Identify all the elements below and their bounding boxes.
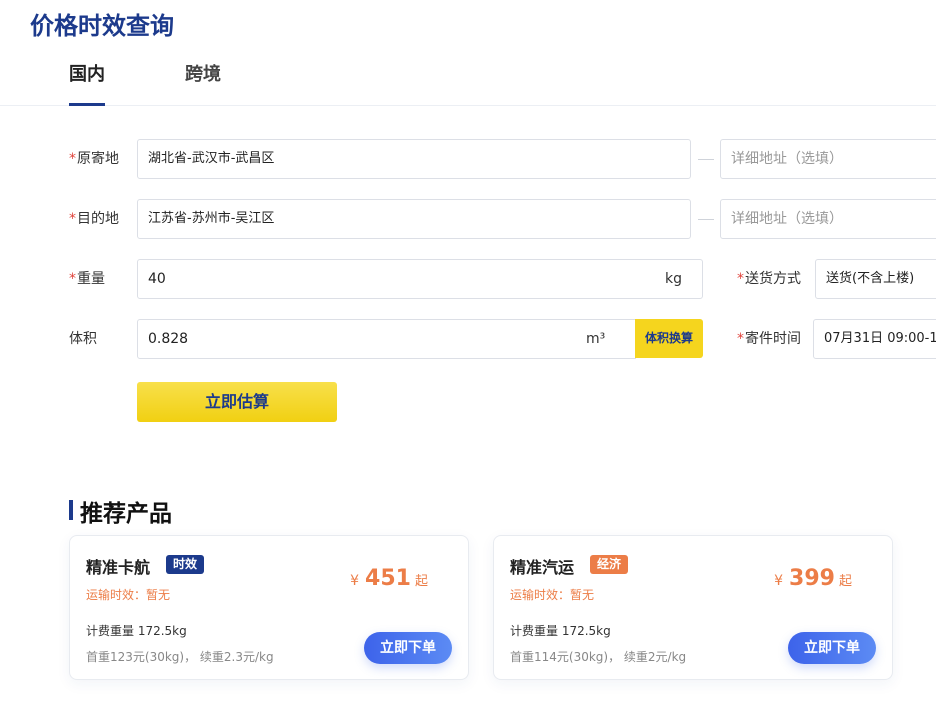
required-mark: *: [69, 211, 76, 227]
charge-weight: 计费重量 172.5kg: [86, 624, 187, 638]
weight-value: 40: [148, 271, 166, 287]
rate-info: 首重123元(30kg)， 续重2.3元/kg: [86, 650, 274, 664]
origin-label: *原寄地: [69, 139, 119, 179]
required-mark: *: [69, 151, 76, 167]
origin-label-text: 原寄地: [77, 151, 119, 167]
product-eta: 运输时效：暂无: [86, 588, 171, 602]
delivery-method-label-text: 送货方式: [745, 271, 801, 287]
delivery-method-label: *送货方式: [737, 259, 801, 299]
volume-input[interactable]: 0.828 m³: [137, 319, 636, 359]
required-mark: *: [737, 331, 744, 347]
required-mark: *: [737, 271, 744, 287]
product-price: ¥451 起: [350, 566, 428, 591]
send-time-select[interactable]: 07月31日 09:00-11:00: [813, 319, 936, 359]
destination-detail-placeholder: 详细地址（选填）: [731, 211, 843, 227]
origin-region-value: 湖北省-武汉市-武昌区: [148, 151, 275, 166]
destination-region-value: 江苏省-苏州市-吴江区: [148, 211, 275, 226]
origin-detail-placeholder: 详细地址（选填）: [731, 151, 843, 167]
product-badge: 时效: [166, 555, 205, 574]
volume-convert-button[interactable]: 体积换算: [635, 319, 703, 358]
weight-input[interactable]: 40 kg: [137, 259, 703, 299]
delivery-method-value: 送货(不含上楼): [826, 271, 915, 286]
destination-detail-address-input[interactable]: 详细地址（选填）: [720, 199, 936, 239]
volume-value: 0.828: [148, 331, 189, 347]
destination-region-select[interactable]: 江苏省-苏州市-吴江区: [137, 199, 691, 239]
volume-unit: m³: [586, 331, 606, 347]
separator-dash: [698, 159, 714, 160]
price-amount: 399: [789, 566, 835, 591]
separator-dash: [698, 219, 714, 220]
weight-unit: kg: [665, 271, 682, 287]
price-suffix: 起: [414, 574, 428, 589]
required-mark: *: [69, 271, 76, 287]
volume-label: 体积: [69, 331, 97, 347]
price-amount: 451: [365, 566, 411, 591]
product-card: 精准汽运 经济 运输时效：暂无 ¥399 起 计费重量 172.5kg 首重114…: [493, 535, 893, 680]
weight-label-text: 重量: [77, 271, 105, 287]
destination-label-text: 目的地: [77, 211, 119, 227]
product-name: 精准汽运: [510, 558, 575, 577]
rate-info: 首重114元(30kg)， 续重2元/kg: [510, 650, 687, 664]
estimate-button[interactable]: 立即估算: [137, 382, 337, 422]
product-badge: 经济: [590, 555, 629, 574]
section-accent-bar: [69, 500, 73, 520]
product-card: 精准卡航 时效 运输时效：暂无 ¥451 起 计费重量 172.5kg 首重123…: [69, 535, 469, 680]
product-name: 精准卡航: [86, 558, 151, 577]
send-time-value: 07月31日 09:00-11:00: [824, 331, 936, 346]
origin-region-select[interactable]: 湖北省-武汉市-武昌区: [137, 139, 691, 179]
recommend-section-title: 推荐产品: [80, 501, 172, 527]
currency-symbol: ¥: [774, 573, 784, 589]
page-title: 价格时效查询: [30, 12, 174, 40]
tab-bar: 国内 跨境: [0, 58, 936, 106]
charge-weight: 计费重量 172.5kg: [510, 624, 611, 638]
send-time-label-text: 寄件时间: [745, 331, 801, 347]
tab-domestic[interactable]: 国内: [69, 58, 105, 106]
weight-label: *重量: [69, 259, 105, 299]
tab-cross-border[interactable]: 跨境: [185, 58, 221, 106]
product-eta: 运输时效：暂无: [510, 588, 595, 602]
send-time-label: *寄件时间: [737, 319, 801, 359]
order-now-button[interactable]: 立即下单: [364, 632, 452, 664]
delivery-method-select[interactable]: 送货(不含上楼): [815, 259, 936, 299]
order-now-button[interactable]: 立即下单: [788, 632, 876, 664]
product-price: ¥399 起: [774, 566, 852, 591]
price-suffix: 起: [838, 574, 852, 589]
destination-label: *目的地: [69, 199, 119, 239]
origin-detail-address-input[interactable]: 详细地址（选填）: [720, 139, 936, 179]
currency-symbol: ¥: [350, 573, 360, 589]
